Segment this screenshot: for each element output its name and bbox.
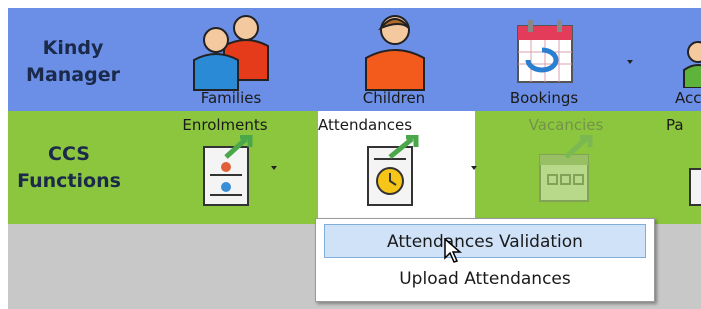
families-label: Families (200, 89, 262, 107)
menu-item-attendances-validation[interactable]: Attendances Validation (324, 224, 646, 258)
attendances-label: Attendances (318, 116, 413, 134)
ccs-functions-ribbon-row: CCS Functions Enrolments Attendances Vac… (8, 111, 701, 224)
vacancy-calendar-icon (539, 135, 593, 202)
calendar-icon (517, 20, 573, 83)
child-icon (365, 15, 425, 91)
attendances-dropdown-menu: Attendances Validation Upload Attendance… (315, 218, 655, 302)
ccs-functions-group-label: CCS Functions (8, 141, 130, 195)
attendances-dropdown-chevron-icon[interactable] (471, 166, 477, 170)
payments-form-icon (689, 168, 701, 206)
vacancies-label: Vacancies (528, 116, 604, 134)
children-button[interactable]: Children (344, 10, 444, 110)
enrolments-dropdown-chevron-icon[interactable] (271, 166, 277, 170)
bookings-button[interactable]: Bookings (494, 10, 594, 110)
family-icon (193, 15, 269, 91)
ribbon-area: Kindy Manager Families Children Bookings… (8, 8, 701, 309)
families-button[interactable]: Families (176, 10, 286, 110)
group-label-line2: Manager (26, 64, 120, 86)
enrolments-label: Enrolments (182, 116, 268, 134)
accounts-button[interactable]: Acc (672, 10, 701, 110)
group-label-line1: Kindy (42, 37, 104, 59)
bookings-label: Bookings (509, 89, 579, 107)
kindy-manager-group-label: Kindy Manager (16, 35, 130, 89)
group-label-line2: Functions (17, 170, 121, 192)
payments-button[interactable]: Pa (664, 111, 701, 224)
menu-item-upload-attendances[interactable]: Upload Attendances (324, 262, 646, 296)
children-label: Children (362, 89, 426, 107)
mouse-pointer-icon (444, 238, 462, 263)
kindy-manager-ribbon-row: Kindy Manager Families Children Bookings… (8, 8, 701, 111)
payments-label: Pa (666, 116, 684, 134)
vacancies-button[interactable]: Vacancies (516, 111, 616, 224)
accounts-label: Acc (675, 89, 701, 107)
app-window: Kindy Manager Families Children Bookings… (0, 0, 701, 309)
person-icon (683, 41, 701, 88)
bookings-dropdown-chevron-icon[interactable] (627, 60, 633, 64)
attendances-button[interactable]: Attendances (318, 111, 477, 224)
enrolments-button[interactable]: Enrolments (170, 111, 280, 224)
attendance-form-clock-icon (367, 135, 419, 206)
group-label-line1: CCS (48, 143, 90, 165)
enrolment-form-icon (203, 135, 253, 206)
